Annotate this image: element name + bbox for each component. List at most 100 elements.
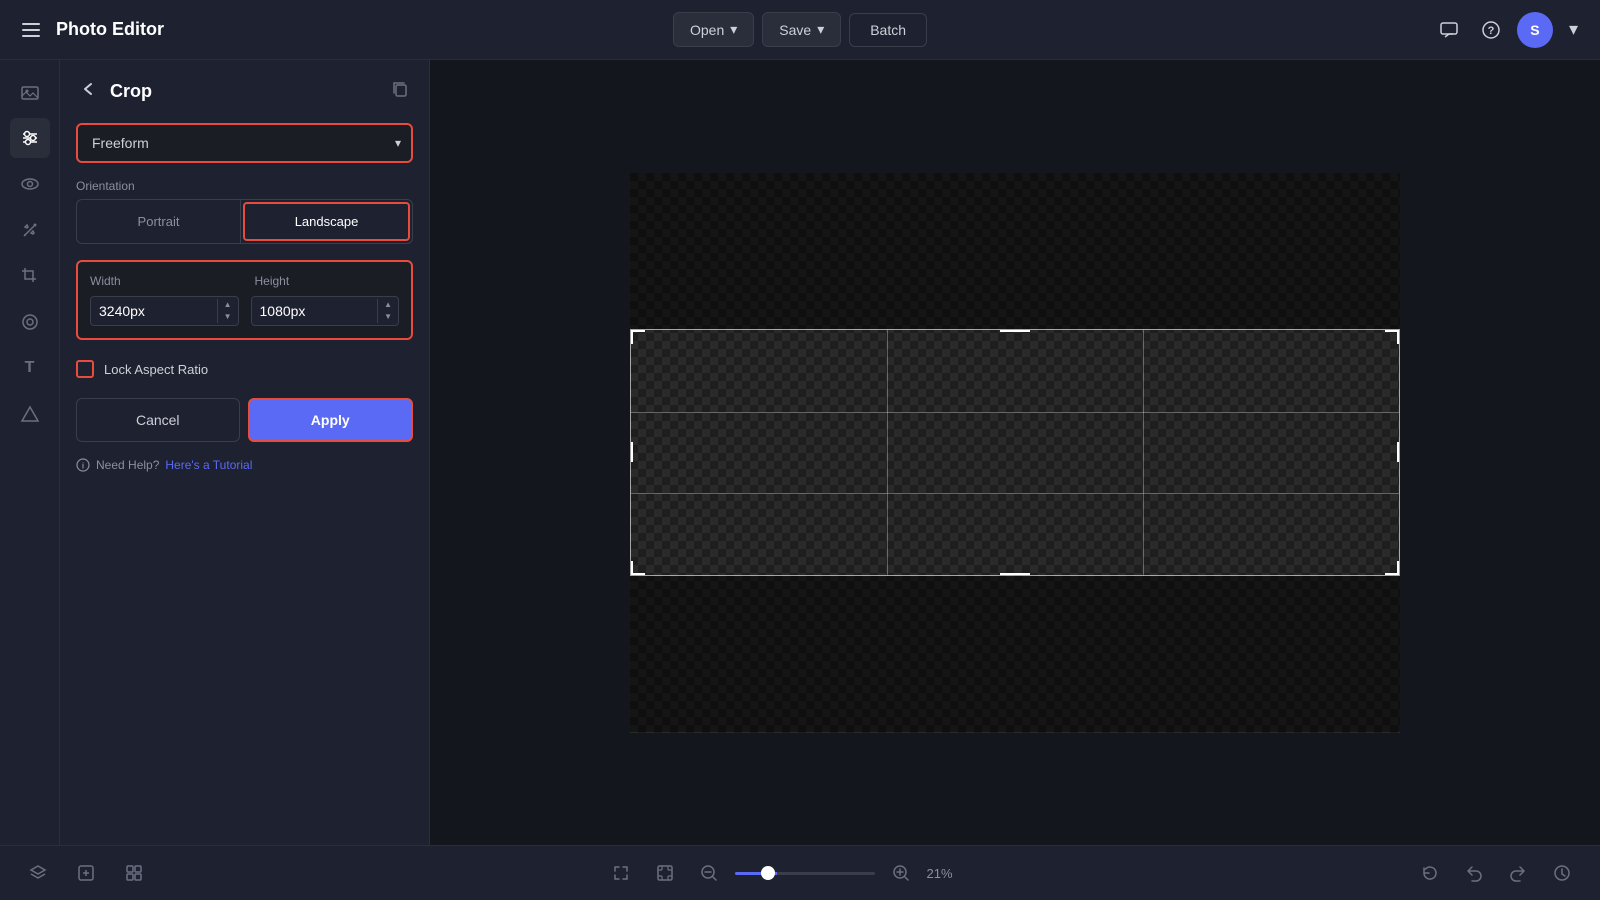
lock-aspect-row: Lock Aspect Ratio <box>76 356 413 382</box>
main-area: T Crop <box>0 60 1600 845</box>
cancel-button[interactable]: Cancel <box>76 398 240 442</box>
fullscreen-icon <box>611 863 631 883</box>
width-decrement-button[interactable]: ▼ <box>218 311 238 323</box>
crop-title: Crop <box>110 81 152 102</box>
effects-icon <box>20 312 40 332</box>
portrait-button[interactable]: Portrait <box>77 200 240 243</box>
topbar-right: ? S ▾ <box>939 12 1584 48</box>
topbar-left: Photo Editor <box>16 17 661 43</box>
edit-icon <box>76 863 96 883</box>
reset-icon <box>1420 863 1440 883</box>
crop-header-left: Crop <box>76 76 152 107</box>
crop-panel: Crop Freeform 1:1 4:3 16:9 3:2 Orientati… <box>60 60 430 845</box>
image-container <box>630 173 1400 733</box>
wh-labels: Width Height <box>90 274 399 288</box>
landscape-button[interactable]: Landscape <box>243 202 410 241</box>
reset-button[interactable] <box>1412 857 1448 889</box>
orientation-buttons: Portrait Landscape <box>76 199 413 244</box>
adjustments-icon <box>20 128 40 148</box>
undo-icon <box>1464 863 1484 883</box>
landscape-label: Landscape <box>295 214 359 229</box>
sidebar-adjustments-button[interactable] <box>10 118 50 158</box>
more-icon <box>20 404 40 424</box>
help-text: Need Help? <box>96 458 159 472</box>
zoom-percent-label: 21% <box>927 866 962 881</box>
topbar-center: Open ▾ Save ▾ Batch <box>673 12 927 47</box>
redo-button[interactable] <box>1500 857 1536 889</box>
crop-header: Crop <box>76 76 413 107</box>
crop-fit-icon <box>655 863 675 883</box>
action-buttons: Cancel Apply <box>76 398 413 442</box>
sidebar-effects-button[interactable] <box>10 302 50 342</box>
lock-aspect-label: Lock Aspect Ratio <box>104 362 208 377</box>
height-spinners: ▲ ▼ <box>377 299 398 323</box>
apply-button[interactable]: Apply <box>248 398 414 442</box>
zoom-in-button[interactable] <box>883 857 919 889</box>
tutorial-link[interactable]: Here's a Tutorial <box>165 458 252 472</box>
lock-aspect-checkbox[interactable] <box>76 360 94 378</box>
chat-icon-button[interactable] <box>1433 14 1465 46</box>
sidebar-text-button[interactable]: T <box>10 348 50 388</box>
icon-sidebar: T <box>0 60 60 845</box>
redo-icon <box>1508 863 1528 883</box>
checker-background <box>630 173 1400 733</box>
layers-tool-button[interactable] <box>20 857 56 889</box>
height-input[interactable] <box>252 297 378 325</box>
wh-inputs: ▲ ▼ ▲ ▼ <box>90 296 399 326</box>
apply-label: Apply <box>311 412 350 428</box>
zoom-slider-container <box>735 872 875 875</box>
history-button[interactable] <box>1544 857 1580 889</box>
bottom-left-tools <box>20 857 152 889</box>
batch-button[interactable]: Batch <box>849 13 927 47</box>
menu-button[interactable] <box>16 17 46 43</box>
zoom-out-icon <box>699 863 719 883</box>
bottom-toolbar: 21% <box>0 845 1600 900</box>
help-icon-button[interactable]: ? <box>1475 14 1507 46</box>
height-label: Height <box>255 274 400 288</box>
topbar: Photo Editor Open ▾ Save ▾ Batch ? S <box>0 0 1600 60</box>
zoom-slider[interactable] <box>735 872 875 875</box>
bottom-center-tools: 21% <box>603 857 962 889</box>
dropdown-chevron-icon: ▾ <box>1569 19 1578 40</box>
sidebar-gallery-button[interactable] <box>10 72 50 112</box>
undo-button[interactable] <box>1456 857 1492 889</box>
sidebar-eye-button[interactable] <box>10 164 50 204</box>
fullscreen-button[interactable] <box>603 857 639 889</box>
portrait-label: Portrait <box>138 214 180 229</box>
open-button[interactable]: Open ▾ <box>673 12 754 47</box>
preset-select-wrapper[interactable]: Freeform 1:1 4:3 16:9 3:2 <box>76 123 413 163</box>
width-label: Width <box>90 274 235 288</box>
crop-icon <box>20 266 40 286</box>
preset-select[interactable]: Freeform 1:1 4:3 16:9 3:2 <box>76 123 413 163</box>
bottom-right-tools <box>1412 857 1580 889</box>
width-input[interactable] <box>91 297 217 325</box>
height-input-group: ▲ ▼ <box>251 296 400 326</box>
zoom-out-button[interactable] <box>691 857 727 889</box>
eye-icon <box>20 174 40 194</box>
sidebar-more-button[interactable] <box>10 394 50 434</box>
sidebar-crop-button[interactable] <box>10 256 50 296</box>
magic-icon <box>20 220 40 240</box>
back-button[interactable] <box>76 76 102 107</box>
width-height-box: Width Height ▲ ▼ ▲ ▼ <box>76 260 413 340</box>
svg-text:?: ? <box>1488 25 1495 37</box>
height-decrement-button[interactable]: ▼ <box>378 311 398 323</box>
width-increment-button[interactable]: ▲ <box>218 299 238 311</box>
back-arrow-icon <box>80 80 98 98</box>
info-icon: i <box>76 458 90 472</box>
app-title: Photo Editor <box>56 19 164 40</box>
copy-icon-button[interactable] <box>387 76 413 107</box>
avatar-button[interactable]: S <box>1517 12 1553 48</box>
save-button[interactable]: Save ▾ <box>762 12 841 47</box>
sidebar-magic-button[interactable] <box>10 210 50 250</box>
grid-tool-button[interactable] <box>116 857 152 889</box>
text-icon: T <box>25 359 35 377</box>
cancel-label: Cancel <box>136 412 180 428</box>
orientation-divider <box>240 200 241 243</box>
width-input-group: ▲ ▼ <box>90 296 239 326</box>
crop-fit-button[interactable] <box>647 857 683 889</box>
height-increment-button[interactable]: ▲ <box>378 299 398 311</box>
edit-tool-button[interactable] <box>68 857 104 889</box>
orientation-section: Orientation Portrait Landscape <box>76 179 413 244</box>
dropdown-icon-button[interactable]: ▾ <box>1563 13 1584 46</box>
